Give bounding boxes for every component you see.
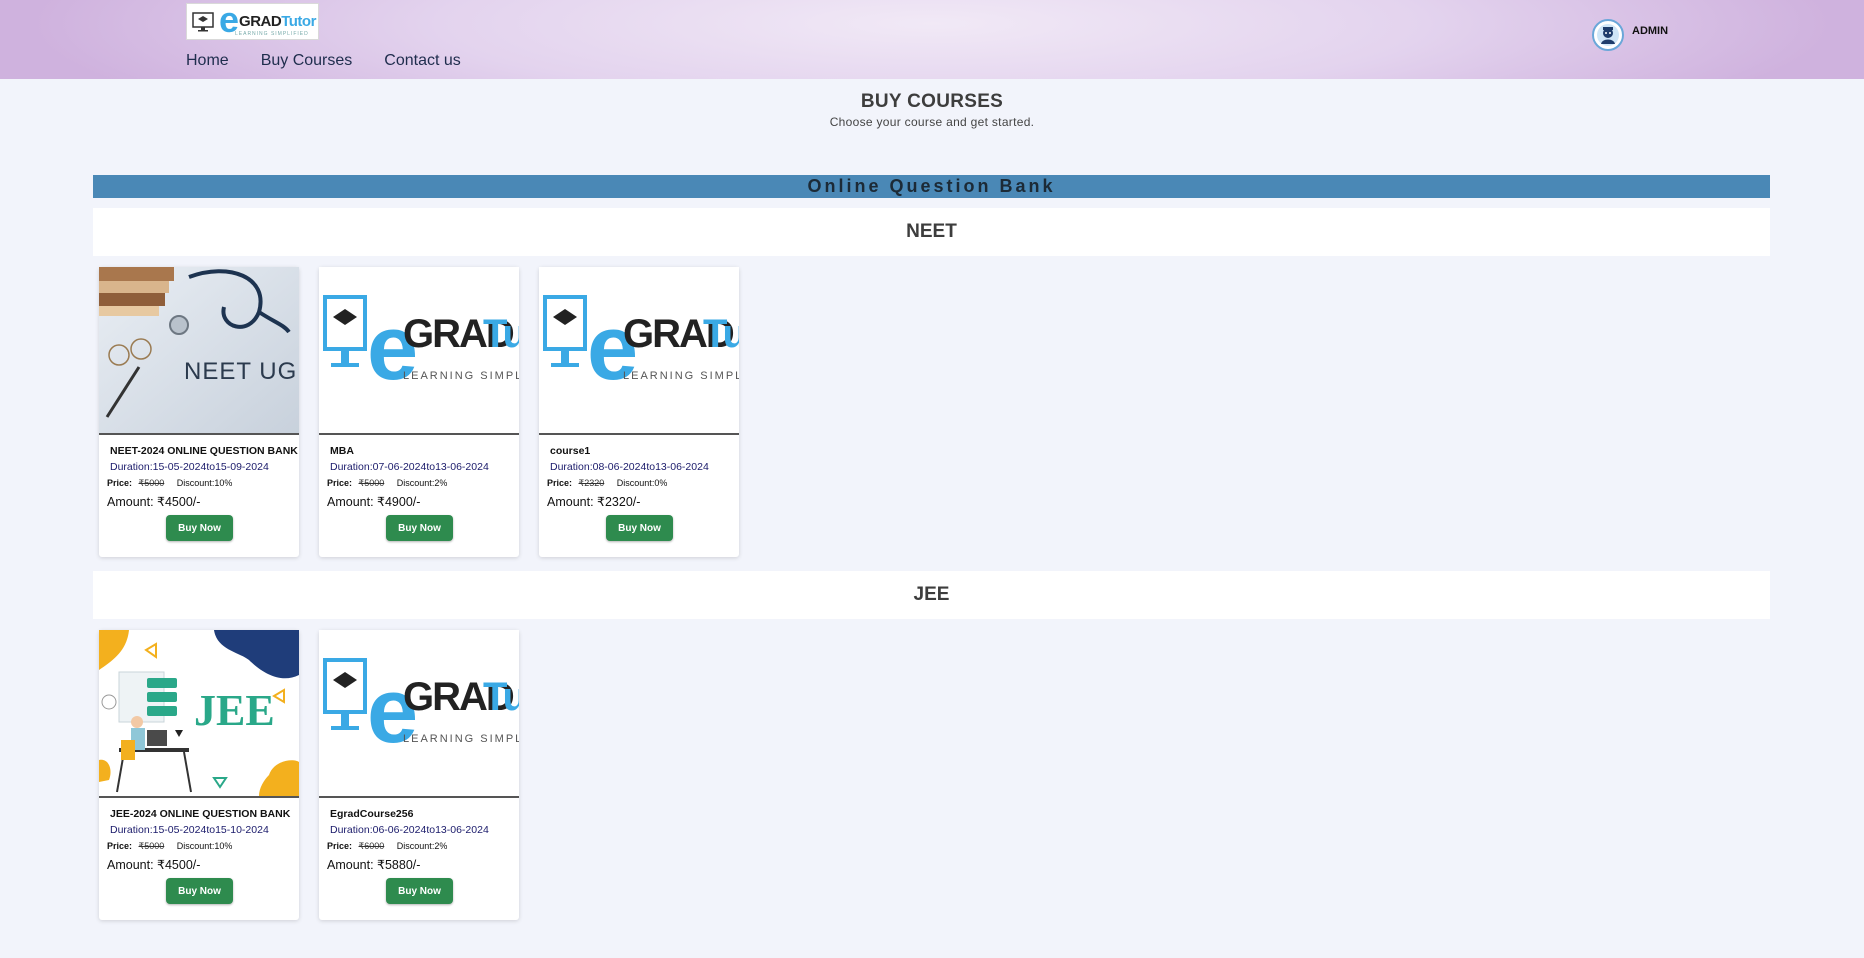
course-image-egrad-logo[interactable]: e GRAD Tutor LEARNING SIMPLIFIED xyxy=(319,630,519,798)
nav-contact-us[interactable]: Contact us xyxy=(384,52,460,70)
category-header-neet: NEET xyxy=(93,208,1770,256)
price-label: Price: xyxy=(107,841,133,851)
buy-now-button[interactable]: Buy Now xyxy=(166,878,233,904)
course-name: course1 xyxy=(550,445,591,457)
course-card: e GRAD Tutor LEARNING SIMPLIFIED course1… xyxy=(539,267,739,557)
page-title: BUY COURSES xyxy=(860,91,1004,112)
egrad-tagline: LEARNING SIMPLIFIED xyxy=(403,733,519,745)
buy-now-button[interactable]: Buy Now xyxy=(606,515,673,541)
course-name: JEE-2024 ONLINE QUESTION BANK xyxy=(110,808,291,820)
course-duration: Duration:15-05-2024to15-10-2024 xyxy=(110,824,269,836)
price-label: Price: xyxy=(327,478,353,488)
course-duration: Duration:08-06-2024to13-06-2024 xyxy=(550,461,709,473)
course-amount: Amount: ₹4900/- xyxy=(327,495,421,509)
original-price: ₹5000 xyxy=(138,478,165,488)
user-name: ADMIN xyxy=(1632,25,1669,37)
course-duration: Duration:15-05-2024to15-09-2024 xyxy=(110,461,269,473)
buy-now-button[interactable]: Buy Now xyxy=(386,878,453,904)
course-amount: Amount: ₹2320/- xyxy=(547,495,641,509)
course-name: MBA xyxy=(330,445,354,457)
course-amount: Amount: ₹5880/- xyxy=(327,858,421,872)
neet-ug-image-text: NEET UG xyxy=(184,358,297,385)
nav-home[interactable]: Home xyxy=(186,52,229,70)
price-row: Price: ₹6000 Discount:2% xyxy=(327,841,447,852)
egrad-tutor-text: Tutor xyxy=(483,675,519,719)
original-price: ₹2320 xyxy=(578,478,605,488)
jee-image-text: JEE xyxy=(194,686,275,735)
nav-buy-courses[interactable]: Buy Courses xyxy=(261,52,353,70)
egrad-tagline: LEARNING SIMPLIFIED xyxy=(403,370,519,382)
course-amount: Amount: ₹4500/- xyxy=(107,858,201,872)
user-avatar-icon xyxy=(1597,24,1619,46)
discount: Discount:0% xyxy=(616,478,668,488)
course-card: JEE JEE-2024 ONLINE QUESTION BANK Durati… xyxy=(99,630,299,920)
main-nav: Home Buy Courses Contact us xyxy=(186,52,493,70)
course-name: NEET-2024 ONLINE QUESTION BANK xyxy=(110,445,298,457)
course-duration: Duration:07-06-2024to13-06-2024 xyxy=(330,461,489,473)
price-label: Price: xyxy=(107,478,133,488)
course-image-egrad-logo[interactable]: e GRAD Tutor LEARNING SIMPLIFIED xyxy=(319,267,519,435)
original-price: ₹5000 xyxy=(358,478,385,488)
logo-tutor-text: Tutor xyxy=(281,13,316,30)
category-header-jee: JEE xyxy=(93,571,1770,619)
price-row: Price: ₹5000 Discount:2% xyxy=(327,478,447,489)
user-menu[interactable]: ADMIN xyxy=(1592,19,1668,51)
section-header-online-question-bank: Online Question Bank xyxy=(93,175,1770,198)
course-image-egrad-logo[interactable]: e GRAD Tutor LEARNING SIMPLIFIED xyxy=(539,267,739,435)
course-duration: Duration:06-06-2024to13-06-2024 xyxy=(330,824,489,836)
course-card: e GRAD Tutor LEARNING SIMPLIFIED EgradCo… xyxy=(319,630,519,920)
top-header: e GRAD Tutor LEARNING SIMPLIFIED Home Bu… xyxy=(0,0,1864,79)
discount: Discount:10% xyxy=(176,478,233,488)
price-label: Price: xyxy=(327,841,353,851)
course-name: EgradCourse256 xyxy=(330,808,414,820)
price-row: Price: ₹5000 Discount:10% xyxy=(107,841,232,852)
original-price: ₹5000 xyxy=(138,841,165,851)
discount: Discount:2% xyxy=(396,841,448,851)
page-subtitle: Choose your course and get started. xyxy=(829,115,1035,129)
avatar[interactable] xyxy=(1592,19,1624,51)
logo-grad-text: GRAD xyxy=(239,13,282,30)
course-card: e GRAD Tutor LEARNING SIMPLIFIED MBA Dur… xyxy=(319,267,519,557)
buy-now-button[interactable]: Buy Now xyxy=(386,515,453,541)
discount: Discount:2% xyxy=(396,478,448,488)
buy-now-button[interactable]: Buy Now xyxy=(166,515,233,541)
egrad-tutor-text: Tutor xyxy=(483,312,519,356)
discount: Discount:10% xyxy=(176,841,233,851)
course-image-neet-ug[interactable]: NEET UG xyxy=(99,267,299,435)
course-amount: Amount: ₹4500/- xyxy=(107,495,201,509)
price-row: Price: ₹5000 Discount:10% xyxy=(107,478,232,489)
original-price: ₹6000 xyxy=(358,841,385,851)
egrad-tagline: LEARNING SIMPLIFIED xyxy=(623,370,739,382)
monitor-cap-icon xyxy=(192,11,214,31)
price-row: Price: ₹2320 Discount:0% xyxy=(547,478,667,489)
price-label: Price: xyxy=(547,478,573,488)
egrad-tutor-text: Tutor xyxy=(703,312,739,356)
logo-tagline: LEARNING SIMPLIFIED xyxy=(235,31,309,37)
course-image-jee[interactable]: JEE xyxy=(99,630,299,798)
course-card: NEET UG NEET-2024 ONLINE QUESTION BANK D… xyxy=(99,267,299,557)
egrad-tutor-logo[interactable]: e GRAD Tutor LEARNING SIMPLIFIED xyxy=(186,1,319,40)
